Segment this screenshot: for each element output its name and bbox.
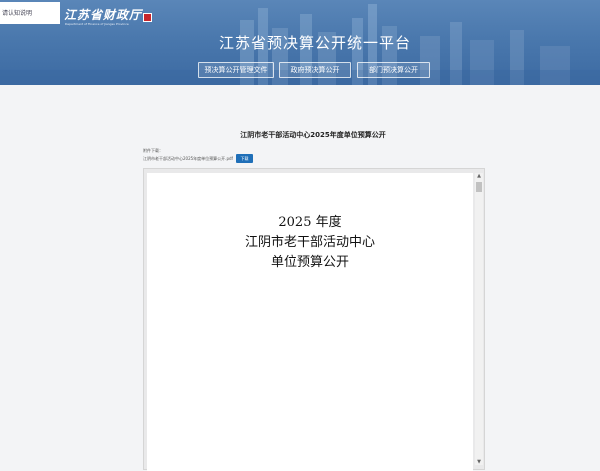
pdf-page-line-heading: 单位预算公开 — [270, 255, 349, 270]
scroll-down-arrow-icon[interactable]: ▼ — [475, 459, 483, 465]
attachment-label: 附件下载： — [143, 148, 163, 153]
download-button[interactable]: 下载 — [236, 154, 253, 163]
site-title: 江苏省预决算公开统一平台 — [218, 34, 411, 52]
logo-seal-icon — [143, 13, 152, 22]
document-title: 江阴市老干部活动中心2025年度单位预算公开 — [240, 131, 386, 139]
nav-government-budget[interactable]: 政府预决算公开 — [279, 62, 351, 78]
site-notice-box[interactable]: 请认知说明 — [0, 2, 60, 24]
nav-department-budget[interactable]: 部门预决算公开 — [357, 62, 430, 78]
pdf-viewer[interactable]: 2025 年度 江阴市老干部活动中心 单位预算公开 ▲ ▼ — [143, 168, 485, 471]
pdf-page-line-unit: 江阴市老干部活动中心 — [244, 235, 375, 250]
scroll-thumb[interactable] — [476, 182, 482, 192]
nav-management-files[interactable]: 预决算公开管理文件 — [198, 62, 274, 78]
pdf-page-line-year: 2025 年度 — [278, 215, 342, 230]
finance-department-logo-subtext: Department of Finance of Jiangsu Provinc… — [65, 22, 129, 26]
finance-department-logo: 江苏省财政厅 — [64, 8, 143, 22]
pdf-scrollbar[interactable]: ▲ ▼ — [475, 173, 483, 465]
header-banner: 请认知说明 江苏省财政厅 Department of Finance of Ji… — [0, 0, 600, 85]
scroll-up-arrow-icon[interactable]: ▲ — [475, 173, 483, 179]
site-notice-text: 请认知说明 — [2, 10, 33, 17]
attachment-filename[interactable]: 江阴市老干部活动中心2025年度单位预算公开.pdf — [143, 156, 233, 162]
pdf-page: 2025 年度 江阴市老干部活动中心 单位预算公开 — [147, 173, 473, 471]
